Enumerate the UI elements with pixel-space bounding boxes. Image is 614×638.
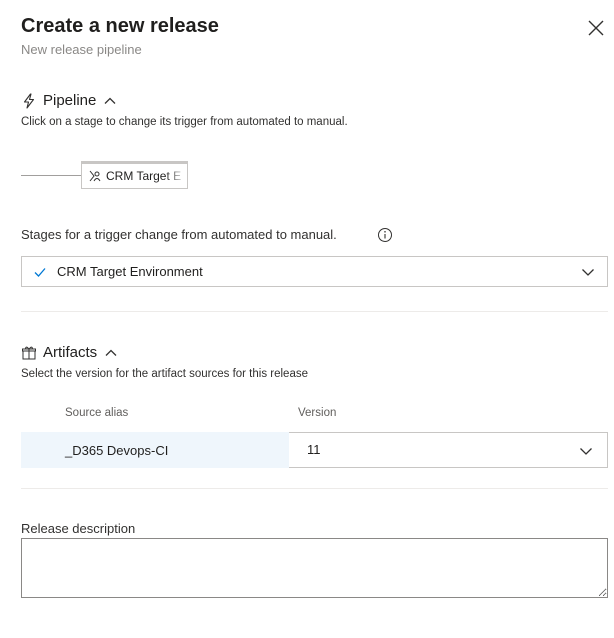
artifact-alias: _D365 Devops-CI <box>65 443 169 458</box>
stage-chip[interactable]: CRM Target E <box>81 161 188 189</box>
close-button[interactable] <box>585 17 607 39</box>
trigger-label: Stages for a trigger change from automat… <box>21 227 337 242</box>
section-divider <box>21 311 608 312</box>
chevron-up-icon[interactable] <box>103 94 117 108</box>
stage-person-icon <box>88 169 102 183</box>
gift-icon <box>21 345 37 361</box>
chevron-down-icon <box>579 444 593 458</box>
trigger-selected-value: CRM Target Environment <box>57 264 203 279</box>
artifacts-heading: Artifacts <box>43 344 98 361</box>
pipeline-heading: Pipeline <box>43 92 97 109</box>
artifacts-description: Select the version for the artifact sour… <box>21 368 308 380</box>
dialog-subtitle: New release pipeline <box>21 42 142 57</box>
info-icon[interactable] <box>377 227 393 243</box>
version-dropdown[interactable] <box>289 432 608 468</box>
dialog-title: Create a new release <box>21 15 219 37</box>
pipeline-header: Pipeline <box>21 92 117 109</box>
trigger-stages-dropdown[interactable]: CRM Target Environment <box>21 256 608 287</box>
pipeline-description: Click on a stage to change its trigger f… <box>21 116 348 128</box>
release-description-label: Release description <box>21 521 136 536</box>
chevron-up-icon[interactable] <box>104 346 118 360</box>
lightning-icon <box>21 92 37 109</box>
checkmark-icon <box>33 265 47 279</box>
pipeline-connector <box>21 175 82 176</box>
artifacts-header: Artifacts <box>21 344 118 361</box>
column-header-source-alias: Source alias <box>65 407 129 419</box>
version-value: 11 <box>307 442 321 457</box>
release-description-input[interactable] <box>21 538 608 598</box>
column-header-version: Version <box>298 407 337 419</box>
chevron-down-icon <box>581 265 595 279</box>
close-icon <box>588 20 604 36</box>
section-divider <box>21 488 608 489</box>
